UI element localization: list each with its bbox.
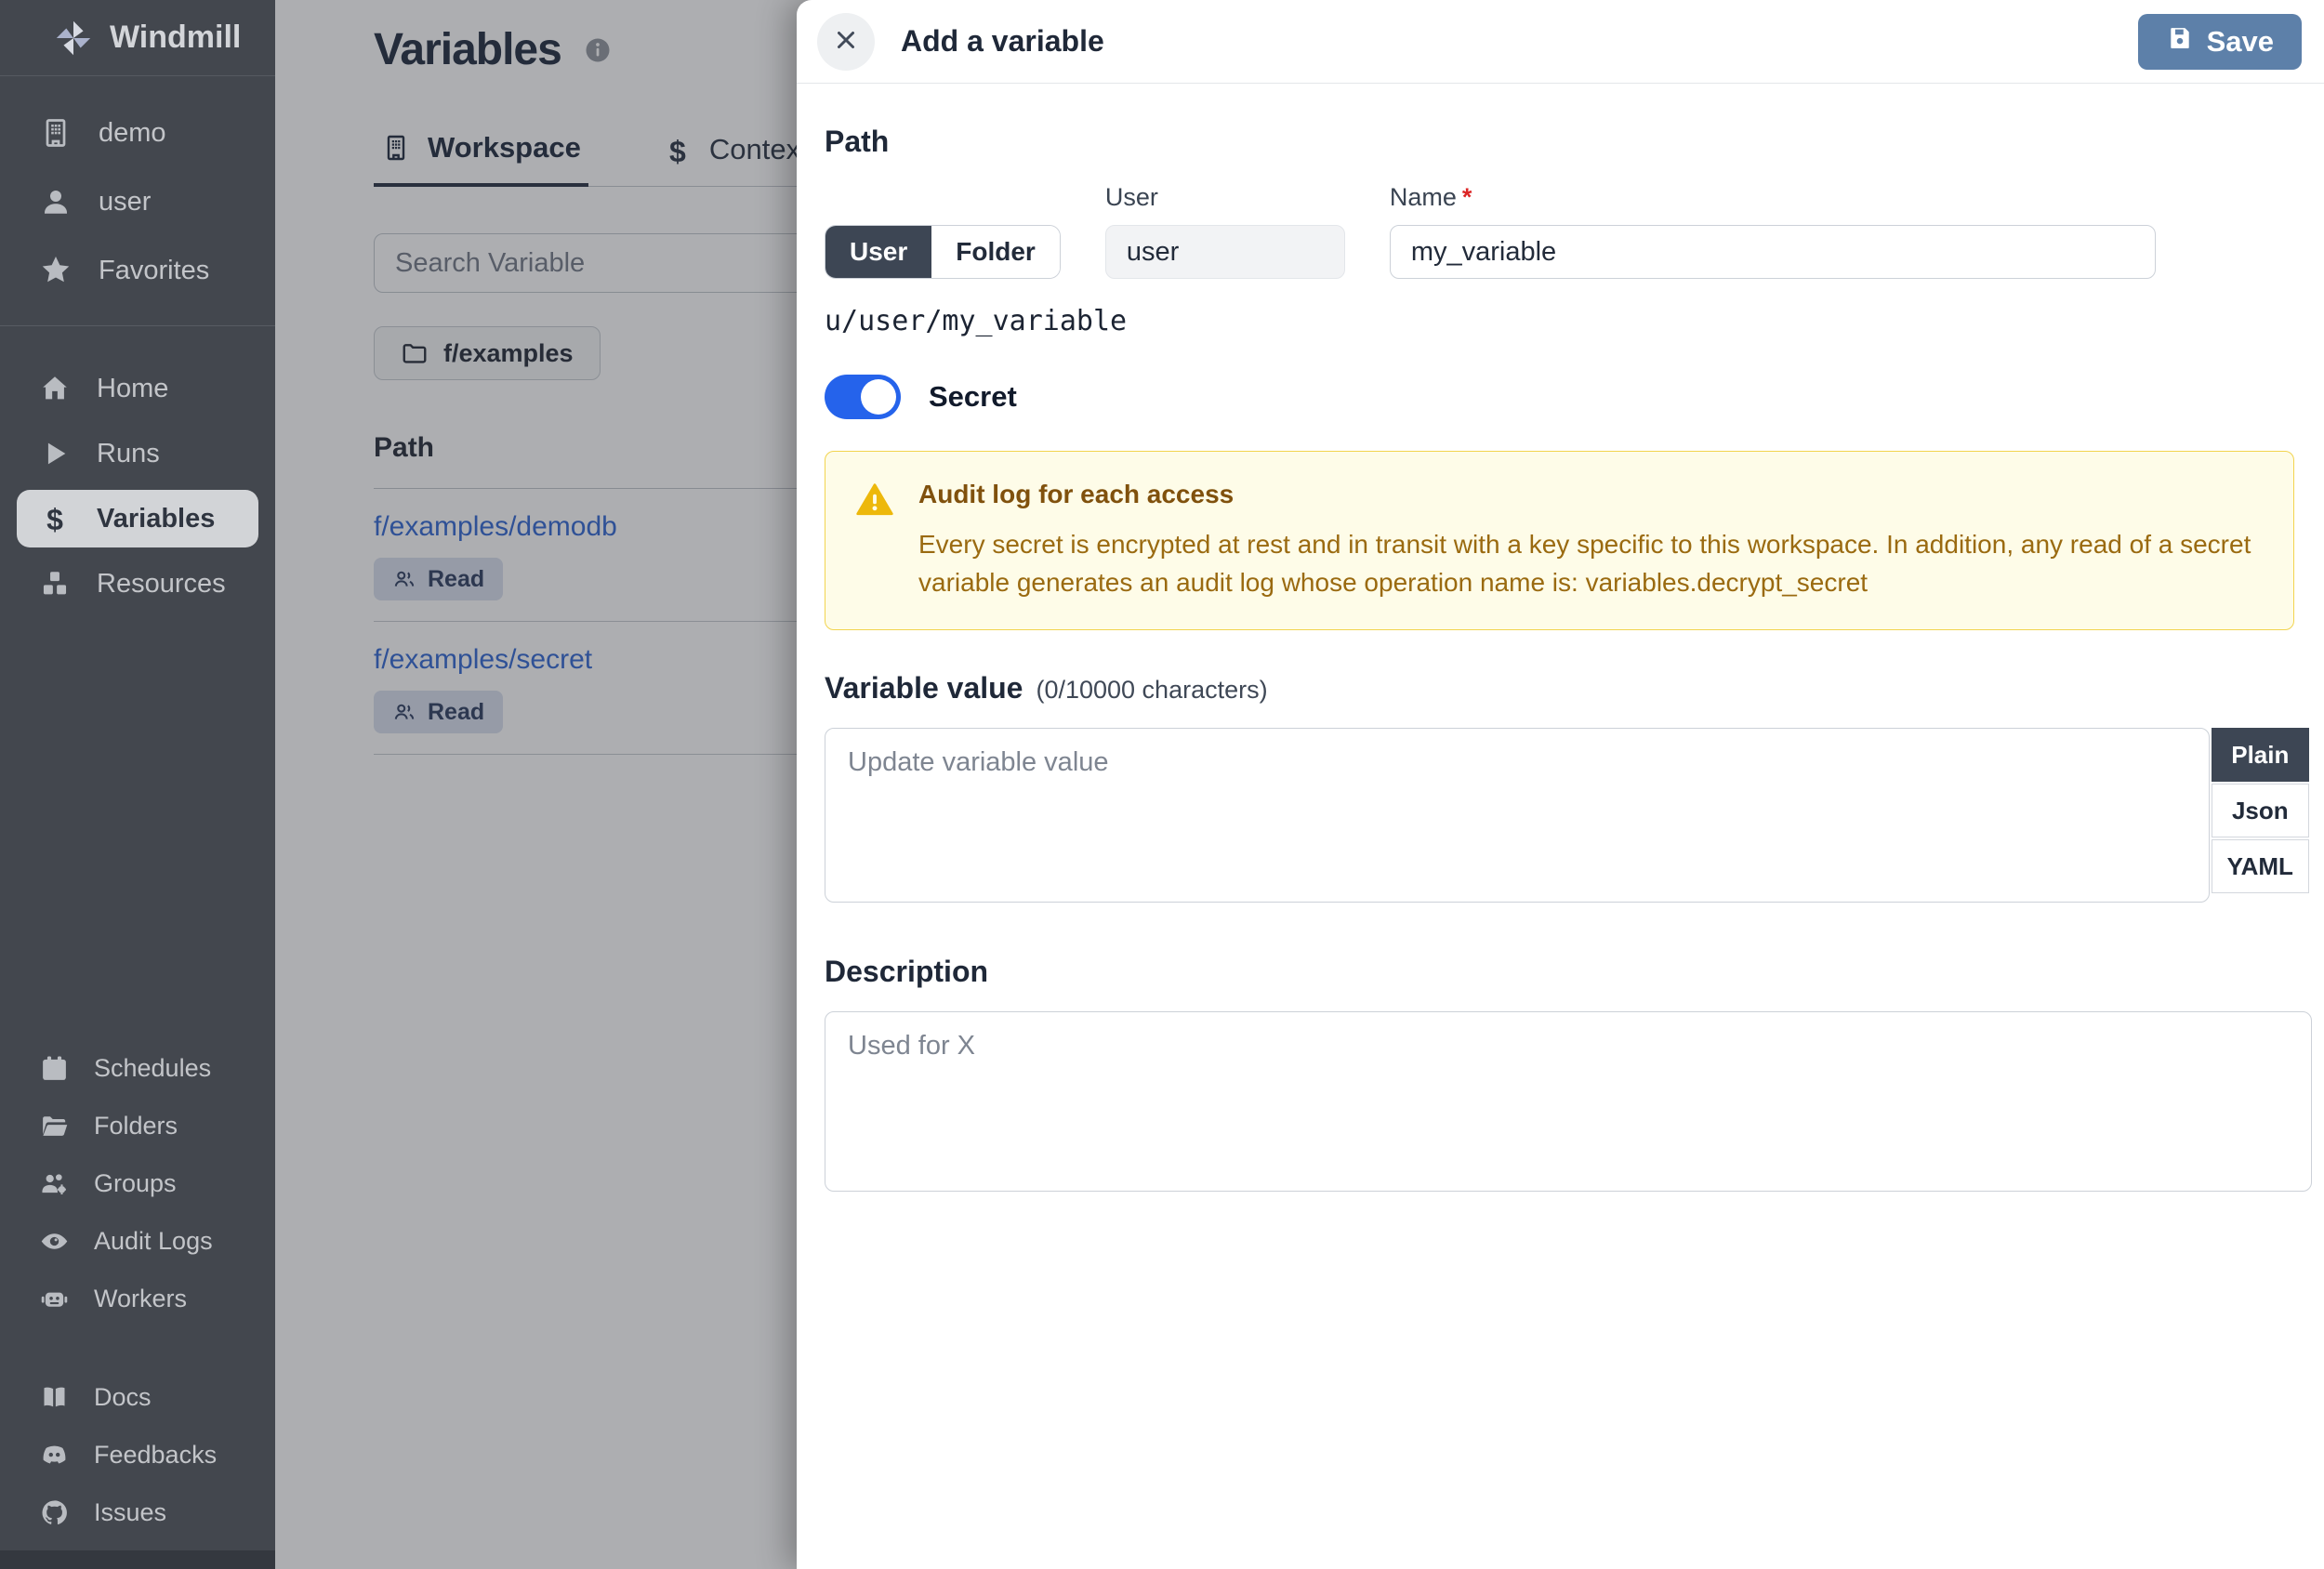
value-editor-row: Plain Json YAML	[825, 728, 2309, 903]
groups-icon	[39, 1168, 70, 1199]
add-variable-drawer: Add a variable Save Path User Folder Use…	[797, 0, 2324, 1569]
close-button[interactable]	[817, 12, 875, 71]
character-counter: (0/10000 characters)	[1036, 676, 1268, 705]
admin-section: Schedules Folders Groups Audit Logs Work…	[0, 1039, 275, 1327]
secret-toggle-label: Secret	[929, 380, 1017, 413]
path-fields-row: User Folder User Name*	[825, 183, 2309, 279]
sidebar-item-label: Resources	[97, 568, 226, 599]
sidebar-item-audit-logs[interactable]: Audit Logs	[0, 1212, 275, 1270]
robot-icon	[39, 1284, 70, 1314]
footer-section: Docs Feedbacks Issues	[0, 1327, 275, 1550]
eye-icon	[39, 1226, 70, 1257]
description-heading: Description	[825, 955, 989, 989]
warning-title: Audit log for each access	[918, 480, 1235, 508]
description-textarea[interactable]	[825, 1011, 2312, 1193]
warning-icon	[855, 480, 894, 523]
sidebar-item-variables[interactable]: $ Variables	[17, 490, 258, 547]
toggle-knob	[861, 379, 896, 415]
format-tab-json[interactable]: Json	[2211, 784, 2309, 838]
sidebar-item-label: Runs	[97, 438, 160, 468]
home-icon	[39, 373, 71, 404]
drawer-body: Path User Folder User Name* u/user/my_va…	[797, 84, 2324, 1193]
variable-value-textarea[interactable]	[825, 728, 2210, 903]
folder-open-icon	[39, 1111, 70, 1141]
sidebar-item-label: user	[99, 186, 152, 217]
workspace-section: demo user Favorites	[0, 76, 275, 305]
sidebar-item-label: Favorites	[99, 255, 210, 285]
cubes-icon	[39, 568, 71, 600]
sidebar-item-label: Folders	[94, 1111, 178, 1140]
sidebar-item-workspace-demo[interactable]: demo	[0, 99, 275, 167]
user-field: User	[1104, 183, 1345, 279]
app-logo-label: Windmill	[110, 20, 242, 55]
sidebar-item-label: Workers	[94, 1284, 188, 1312]
sidebar-item-issues[interactable]: Issues	[0, 1483, 275, 1541]
user-field-label: User	[1104, 183, 1158, 211]
sidebar-item-runs[interactable]: Runs	[0, 421, 275, 486]
play-icon	[39, 438, 71, 469]
sidebar-item-label: Groups	[94, 1168, 177, 1197]
save-icon	[2166, 24, 2194, 59]
sidebar-item-groups[interactable]: Groups	[0, 1154, 275, 1212]
sidebar-item-user[interactable]: user	[0, 167, 275, 236]
sidebar-item-resources[interactable]: Resources	[0, 551, 275, 616]
variable-value-heading-row: Variable value (0/10000 characters)	[825, 671, 2309, 705]
book-icon	[39, 1382, 70, 1413]
calendar-icon	[39, 1053, 70, 1084]
warning-body: Every secret is encrypted at rest and in…	[918, 530, 2251, 597]
drawer-header: Add a variable Save	[797, 0, 2324, 84]
sidebar-item-home[interactable]: Home	[0, 356, 275, 421]
app-logo[interactable]: Windmill	[0, 0, 275, 76]
user-field-input[interactable]	[1104, 225, 1345, 279]
dollar-icon: $	[46, 503, 63, 536]
sidebar: Windmill demo user Favorites Home Runs $…	[0, 0, 275, 1569]
variable-value-heading: Variable value	[825, 671, 1023, 705]
save-button[interactable]: Save	[2137, 13, 2302, 70]
sidebar-item-label: Audit Logs	[94, 1226, 213, 1255]
github-icon	[39, 1497, 70, 1528]
name-field: Name *	[1389, 183, 2156, 279]
description-section: Description	[825, 955, 2312, 1193]
format-tabs: Plain Json YAML	[2211, 728, 2309, 895]
secret-toggle[interactable]	[825, 375, 901, 419]
sidebar-bottom-strip	[0, 1550, 275, 1569]
owner-kind-toggle: User Folder	[825, 225, 1061, 279]
sidebar-item-label: Issues	[94, 1497, 167, 1526]
name-field-input[interactable]	[1389, 225, 2156, 279]
audit-log-warning: Audit log for each access Every secret i…	[825, 451, 2294, 631]
owner-kind-user-option[interactable]: User	[825, 226, 932, 278]
sidebar-item-label: Docs	[94, 1382, 152, 1411]
drawer-title: Add a variable	[901, 24, 1104, 58]
sidebar-item-folders[interactable]: Folders	[0, 1097, 275, 1154]
sidebar-item-schedules[interactable]: Schedules	[0, 1039, 275, 1097]
windmill-logo-icon	[52, 17, 95, 59]
path-preview: u/user/my_variable	[825, 305, 1128, 337]
save-button-label: Save	[2206, 24, 2274, 58]
sidebar-item-workers[interactable]: Workers	[0, 1270, 275, 1327]
format-tab-yaml[interactable]: YAML	[2211, 839, 2309, 894]
close-icon	[832, 26, 860, 57]
secret-row: Secret	[825, 375, 2309, 419]
sidebar-item-label: Home	[97, 373, 169, 403]
sidebar-item-label: Variables	[97, 503, 216, 534]
sidebar-item-label: Feedbacks	[94, 1440, 218, 1469]
path-section-heading: Path	[825, 125, 890, 158]
sidebar-item-label: demo	[99, 117, 166, 148]
user-icon	[39, 185, 73, 218]
discord-icon	[39, 1440, 70, 1470]
sidebar-item-label: Schedules	[94, 1053, 212, 1082]
building-icon	[39, 116, 73, 150]
star-icon	[39, 254, 73, 287]
nav-section: Home Runs $ Variables Resources	[0, 326, 275, 616]
name-field-label: Name	[1389, 183, 1457, 211]
sidebar-item-favorites[interactable]: Favorites	[0, 236, 275, 305]
format-tab-plain[interactable]: Plain	[2211, 728, 2309, 783]
required-asterisk: *	[1461, 183, 1472, 211]
sidebar-item-docs[interactable]: Docs	[0, 1368, 275, 1426]
owner-kind-folder-option[interactable]: Folder	[931, 226, 1060, 278]
sidebar-item-feedbacks[interactable]: Feedbacks	[0, 1426, 275, 1483]
